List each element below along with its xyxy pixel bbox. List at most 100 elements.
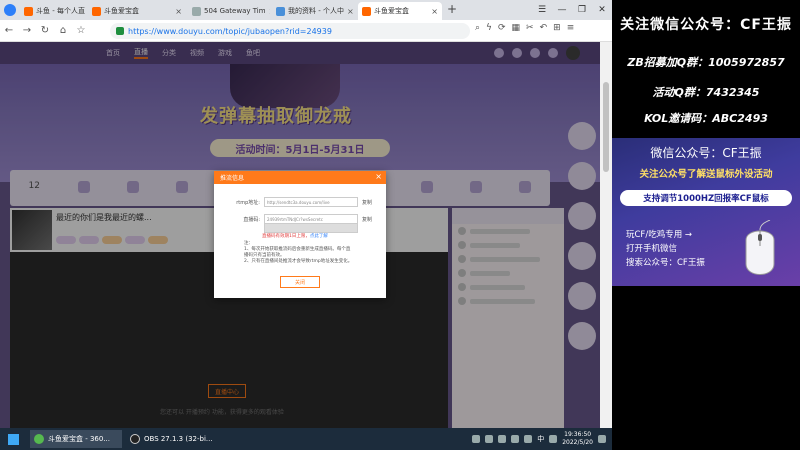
- tab-jubaopen-active[interactable]: 斗鱼爱宝盒 ×: [358, 2, 442, 20]
- browser-window: 斗鱼 - 每个人直 × 斗鱼爱宝盒 × 504 Gateway Tim × 我的…: [0, 0, 612, 428]
- minimize-icon[interactable]: —: [552, 0, 572, 20]
- douyu-favicon-icon: [92, 6, 101, 16]
- browser-logo-icon: [4, 4, 16, 16]
- menu-icon[interactable]: ☰: [532, 0, 552, 20]
- clock-time: 19:36:50: [564, 431, 592, 438]
- tab-bar: 斗鱼 - 每个人直 × 斗鱼爱宝盒 × 504 Gateway Tim × 我的…: [0, 0, 612, 20]
- page-favicon-icon: [192, 6, 201, 16]
- tray-app-icon[interactable]: [498, 435, 507, 443]
- page-scrollbar[interactable]: [600, 42, 612, 428]
- close-window-icon[interactable]: ✕: [592, 0, 612, 20]
- more-icon[interactable]: ≡: [567, 23, 575, 33]
- address-actions: ⌕ ϟ ⟳ ▦ ✂ ↶ ⊞ ≡: [475, 23, 574, 33]
- promo-title: 微信公众号：CF王振: [650, 146, 762, 160]
- start-button[interactable]: [0, 428, 26, 450]
- learn-more-link[interactable]: 点此了解: [310, 234, 328, 239]
- refresh-icon[interactable]: ⟳: [498, 23, 506, 33]
- system-tray: 中 19:36:50 2022/5/20: [472, 428, 606, 450]
- taskbar-app-browser[interactable]: 斗鱼爱宝盒 - 360...: [30, 430, 122, 448]
- promo-bar: 支持调节1000HZ回报率CF鼠标: [620, 190, 792, 206]
- undo-icon[interactable]: ↶: [540, 23, 548, 33]
- overlay-title: 关注微信公众号：CF王振: [620, 17, 792, 33]
- key-warning: 直播码有效期1日上限，点此了解: [262, 233, 328, 239]
- url-field[interactable]: https://www.douyu.com/topic/jubaopen?rid…: [110, 23, 470, 39]
- page-favicon-icon: [276, 6, 285, 16]
- overlay-group-line: ZB招募加Q群：1005972857: [627, 56, 785, 69]
- refresh-icon[interactable]: ↻: [36, 22, 54, 40]
- tab-label: 斗鱼爱宝盒: [374, 7, 409, 15]
- copy-rtmp-button[interactable]: 复制: [362, 199, 372, 206]
- security-icon[interactable]: [549, 435, 558, 443]
- dialog-close-button[interactable]: 关闭: [280, 276, 320, 288]
- promo-subtitle: 关注公众号了解送鼠标外设活动: [639, 169, 773, 180]
- tab-close-icon[interactable]: ×: [172, 7, 182, 16]
- dialog-close-icon[interactable]: ×: [375, 172, 382, 181]
- url-text: https://www.douyu.com/topic/jubaopen?rid…: [128, 26, 332, 36]
- volume-icon[interactable]: [524, 435, 533, 443]
- note-2: 2、只有在直播间处推流才会导致rtmp地址发生变化。: [244, 259, 353, 264]
- mouse-icon: [745, 220, 775, 275]
- promo-line-3: 搜索公众号：CF王振: [626, 258, 705, 268]
- clock-date: 2022/5/20: [562, 439, 593, 446]
- clock[interactable]: 19:36:50 2022/5/20: [562, 431, 593, 447]
- favorites-icon[interactable]: ☆: [72, 22, 90, 40]
- stream-key-label: 直播码:: [243, 216, 260, 223]
- taskbar-app-obs[interactable]: OBS 27.1.3 (32-bi...: [126, 430, 218, 448]
- copy-key-button[interactable]: 复制: [362, 216, 372, 223]
- taskbar: 斗鱼爱宝盒 - 360... OBS 27.1.3 (32-bi... 中 19…: [0, 428, 612, 450]
- nvidia-icon[interactable]: [472, 435, 481, 443]
- dialog-title: 推流信息: [220, 175, 245, 182]
- tab-close-icon[interactable]: ×: [428, 7, 438, 16]
- tab-douyu-home[interactable]: 斗鱼 - 每个人直 ×: [20, 2, 86, 20]
- restore-icon[interactable]: ❐: [572, 0, 592, 20]
- new-tab-button[interactable]: +: [447, 2, 457, 16]
- apps-icon[interactable]: ⊞: [553, 23, 561, 33]
- tab-close-icon[interactable]: ×: [266, 7, 270, 16]
- rtmp-label: rtmp地址:: [236, 199, 260, 206]
- overlay-kol-line: KOL邀请码：ABC2493: [644, 112, 768, 125]
- rtmp-field[interactable]: http://sendtc3a.douyu.com/live: [264, 197, 358, 207]
- address-bar: ← → ↻ ⌂ ☆ https://www.douyu.com/topic/ju…: [0, 20, 612, 42]
- extensions-icon[interactable]: ▦: [512, 23, 521, 33]
- tab-label: 504 Gateway Tim: [204, 7, 266, 15]
- stream-info-dialog: 推流信息 × rtmp地址: http://sendtc3a.douyu.com…: [214, 171, 386, 298]
- tab-label: 我的资料 - 个人中: [288, 7, 344, 15]
- promo-banner: 微信公众号：CF王振 关注公众号了解送鼠标外设活动 支持调节1000HZ回报率C…: [612, 138, 800, 286]
- rtmp-row: rtmp地址: http://sendtc3a.douyu.com/live 复…: [232, 197, 372, 207]
- overlay-qq-line: 活动Q群：7432345: [652, 86, 760, 99]
- warning-text: 直播码有效期1日上限，: [262, 234, 310, 239]
- lightning-icon[interactable]: ϟ: [486, 23, 492, 33]
- tab-profile[interactable]: 我的资料 - 个人中 ×: [272, 2, 356, 20]
- window-controls: ☰ — ❐ ✕: [532, 0, 612, 20]
- ime-indicator[interactable]: 中: [537, 434, 544, 444]
- taskbar-app-label: 斗鱼爱宝盒 - 360...: [48, 435, 111, 443]
- dialog-header: 推流信息: [214, 171, 386, 184]
- scrollbar-thumb[interactable]: [603, 82, 609, 172]
- forward-icon[interactable]: →: [18, 22, 36, 40]
- taskbar-app-label: OBS 27.1.3 (32-bi...: [144, 435, 213, 443]
- home-icon[interactable]: ⌂: [54, 22, 72, 40]
- network-icon[interactable]: [511, 435, 520, 443]
- back-icon[interactable]: ←: [0, 22, 18, 40]
- tray-app-icon[interactable]: [485, 435, 494, 443]
- cut-icon[interactable]: ✂: [526, 23, 534, 33]
- tab-close-icon[interactable]: ×: [344, 7, 354, 16]
- search-icon[interactable]: ⌕: [475, 23, 480, 33]
- douyu-favicon-icon: [24, 6, 33, 16]
- screen: 斗鱼 - 每个人直 × 斗鱼爱宝盒 × 504 Gateway Tim × 我的…: [0, 0, 800, 450]
- promo-line-2: 打开手机微信: [626, 244, 678, 254]
- promo-line-1: 玩CF/吃鸡专用 →: [626, 230, 693, 240]
- dialog-notes: 注： 1、每次开始获取推流码后会重新生成直播码。每个直 播码只有当前有效。 2、…: [244, 241, 352, 265]
- tab-gateway[interactable]: 504 Gateway Tim ×: [188, 2, 270, 20]
- secure-lock-icon: [116, 27, 124, 35]
- tab-close-icon[interactable]: ×: [85, 7, 86, 16]
- tab-label: 斗鱼爱宝盒: [104, 7, 139, 15]
- notifications-icon[interactable]: [598, 435, 606, 443]
- browser-app-icon: [34, 434, 44, 444]
- key-mask-row: [232, 223, 358, 233]
- tab-label: 斗鱼 - 每个人直: [36, 7, 85, 15]
- windows-icon: [7, 433, 19, 445]
- obs-app-icon: [130, 434, 140, 444]
- tab-jubaopen-1[interactable]: 斗鱼爱宝盒 ×: [88, 2, 186, 20]
- stream-key-mask: [264, 223, 358, 233]
